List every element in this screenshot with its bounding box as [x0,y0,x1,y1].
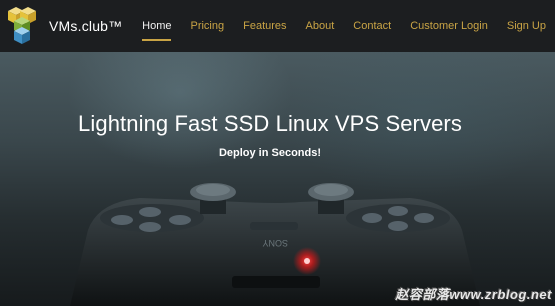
main-nav: Home Pricing Features About Contact Cust… [142,0,546,52]
nav-about[interactable]: About [306,19,335,33]
nav-contact[interactable]: Contact [353,19,391,33]
nav-features[interactable]: Features [243,19,286,33]
top-navbar: VMs.club™ Home Pricing Features About Co… [0,0,555,52]
nav-customer-login[interactable]: Customer Login [410,19,488,33]
nav-pricing[interactable]: Pricing [190,19,224,33]
brand[interactable]: VMs.club™ [5,7,122,45]
watermark: 赵容部落www.zrblog.net [395,287,552,302]
controller-brand-text: SONY [262,238,288,248]
brand-name[interactable]: VMs.club™ [49,18,122,34]
hero-title: Lightning Fast SSD Linux VPS Servers [78,111,462,136]
nav-sign-up[interactable]: Sign Up [507,19,546,33]
nav-home[interactable]: Home [142,19,172,41]
game-controller-icon: SONY [70,183,480,306]
hero-subtitle: Deploy in Seconds! [218,147,322,159]
hero-banner: SONY Lightning Fast SSD Linux VPS Server… [0,52,555,306]
cube-logo-icon [8,7,36,44]
